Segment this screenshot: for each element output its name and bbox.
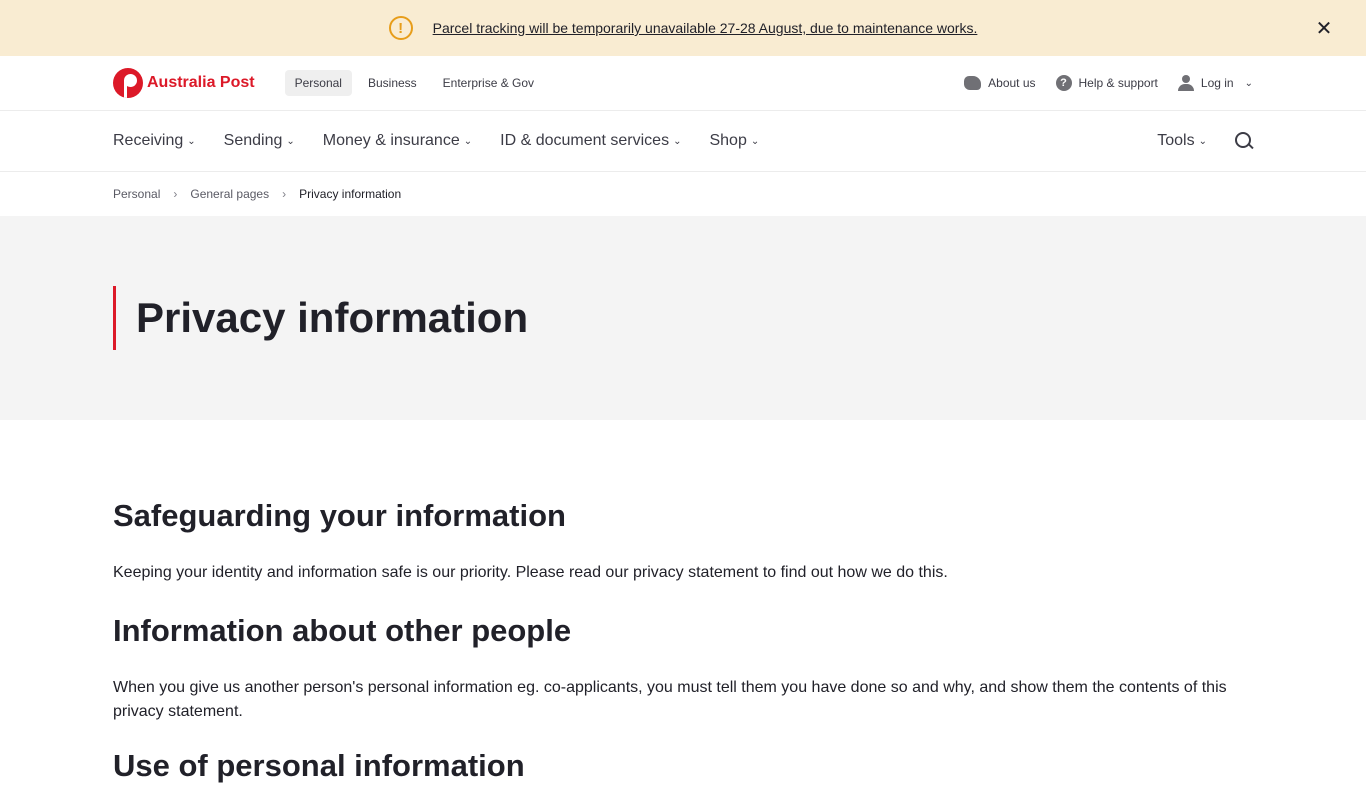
- accent-bar: [113, 286, 116, 350]
- logo-text: Australia Post: [147, 74, 255, 91]
- user-icon: [1177, 75, 1194, 91]
- nav-sending[interactable]: Sending ⌄: [224, 132, 295, 150]
- chevron-right-icon: ›: [173, 187, 178, 201]
- nav-label: Receiving: [113, 132, 184, 149]
- breadcrumb-personal[interactable]: Personal: [113, 187, 160, 201]
- chevron-right-icon: ›: [282, 187, 287, 201]
- search-icon[interactable]: [1235, 132, 1253, 150]
- nav-label: Sending: [223, 132, 283, 149]
- breadcrumb: Personal › General pages › Privacy infor…: [0, 172, 1366, 216]
- segment-switcher: Personal Business Enterprise & Gov: [284, 70, 544, 96]
- breadcrumb-general-pages[interactable]: General pages: [190, 187, 269, 201]
- warning-icon: !: [388, 16, 413, 40]
- utility-header: Australia Post Personal Business Enterpr…: [0, 56, 1366, 111]
- about-us-label: About us: [988, 76, 1036, 90]
- close-icon[interactable]: ✕: [1312, 16, 1336, 40]
- australia-post-logo-icon: [113, 68, 143, 98]
- maintenance-banner: ! Parcel tracking will be temporarily un…: [0, 0, 1366, 56]
- nav-money-insurance[interactable]: Money & insurance ⌄: [323, 132, 472, 150]
- nav-label: Money & insurance: [322, 132, 460, 149]
- chevron-down-icon: ⌄: [1198, 135, 1207, 147]
- chevron-down-icon: ⌄: [187, 135, 196, 147]
- nav-id-document[interactable]: ID & document services ⌄: [500, 132, 681, 150]
- nav-receiving[interactable]: Receiving ⌄: [113, 132, 196, 150]
- main-navigation: Receiving ⌄ Sending ⌄ Money & insurance ⌄ I…: [0, 111, 1366, 172]
- help-icon: ?: [1055, 75, 1072, 91]
- chevron-down-icon: ⌄: [1244, 77, 1253, 89]
- australia-map-icon: [964, 76, 982, 90]
- login-label: Log in: [1200, 76, 1234, 90]
- section-heading: Safeguarding your information: [113, 498, 566, 533]
- section-body: Keeping your identity and information sa…: [113, 564, 948, 581]
- chevron-down-icon: ⌄: [286, 135, 295, 147]
- chevron-down-icon: ⌄: [750, 135, 760, 147]
- breadcrumb-current: Privacy information: [299, 187, 402, 201]
- tools-label: Tools: [1157, 132, 1195, 149]
- page-hero: Privacy information: [0, 216, 1366, 420]
- section-heading: Use of personal information: [113, 748, 525, 783]
- nav-label: ID & document services: [500, 132, 670, 149]
- segment-personal[interactable]: Personal: [284, 70, 352, 96]
- segment-enterprise[interactable]: Enterprise & Gov: [433, 70, 544, 96]
- nav-shop[interactable]: Shop ⌄: [709, 132, 759, 150]
- nav-tools[interactable]: Tools ⌄: [1157, 132, 1207, 150]
- section-body: When you give us another person's person…: [113, 679, 1227, 720]
- nav-label: Shop: [709, 132, 747, 149]
- about-us-link[interactable]: About us: [964, 76, 1036, 90]
- section-heading: Information about other people: [113, 613, 572, 648]
- page-title: Privacy information: [136, 294, 529, 341]
- chevron-down-icon: ⌄: [673, 135, 682, 147]
- chevron-down-icon: ⌄: [463, 135, 473, 147]
- help-support-link[interactable]: ? Help & support: [1055, 75, 1158, 91]
- login-button[interactable]: Log in ⌄: [1177, 75, 1253, 91]
- segment-business[interactable]: Business: [358, 70, 427, 96]
- utility-links: About us ? Help & support Log in ⌄: [964, 75, 1253, 91]
- logo[interactable]: Australia Post: [113, 68, 255, 98]
- maintenance-link[interactable]: Parcel tracking will be temporarily unav…: [433, 20, 978, 36]
- help-support-label: Help & support: [1078, 76, 1158, 90]
